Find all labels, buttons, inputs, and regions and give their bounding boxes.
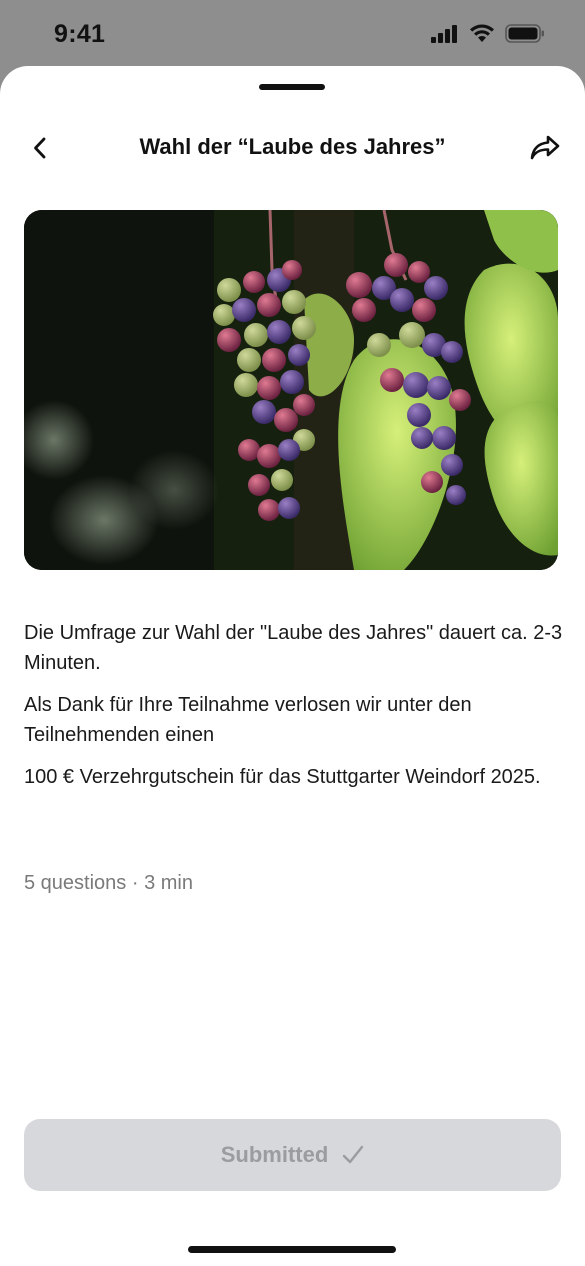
survey-meta: 5 questions · 3 min [24, 872, 193, 894]
submitted-label: Submitted [220, 1142, 329, 1167]
wifi-icon [470, 24, 494, 42]
hero-image [24, 210, 558, 570]
status-bar: 9:41 [0, 0, 585, 66]
share-button[interactable] [527, 130, 563, 166]
status-time: 9:41 [54, 20, 106, 48]
cellular-signal-icon [431, 24, 457, 43]
description-paragraph: Als Dank für Ihre Teilnahme verlosen wir… [24, 694, 472, 746]
page-title: Wahl der “Laube des Jahres” [139, 134, 446, 159]
back-button[interactable] [24, 132, 56, 164]
home-indicator [188, 1246, 396, 1253]
status-icons [431, 24, 545, 43]
chevron-left-icon [34, 137, 46, 159]
checkmark-icon [343, 1145, 364, 1164]
grape-clusters-photo [24, 210, 558, 570]
sheet-grabber[interactable] [259, 84, 325, 90]
description-paragraph: Die Umfrage zur Wahl der "Laube des Jahr… [24, 622, 563, 674]
battery-icon [505, 24, 544, 43]
description-paragraph: 100 € Verzehrgutschein für das Stuttgart… [24, 766, 541, 788]
navigation-bar: Wahl der “Laube des Jahres” [0, 120, 585, 176]
share-arrow-icon [530, 135, 560, 160]
bottom-sheet: Wahl der “Laube des Jahres” Die Umfrage … [0, 66, 585, 1266]
survey-description: Die Umfrage zur Wahl der "Laube des Jahr… [24, 618, 564, 804]
submitted-button[interactable]: Submitted [24, 1119, 561, 1191]
